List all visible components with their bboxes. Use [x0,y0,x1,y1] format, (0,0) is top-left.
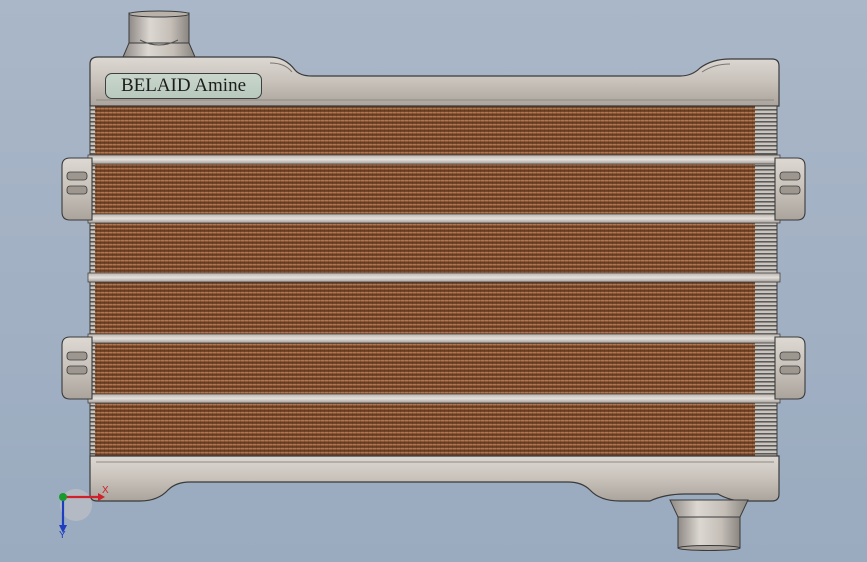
x-axis-label: X [102,485,109,496]
y-axis-label: Y [59,530,66,541]
z-axis-origin [59,493,67,501]
outlet-pipe-bottom[interactable] [669,499,749,551]
mount-bracket-right-upper[interactable] [774,157,806,221]
inlet-pipe-top[interactable] [122,10,196,58]
mount-bracket-left-upper[interactable] [61,157,93,221]
mount-bracket-left-lower[interactable] [61,336,93,400]
mount-bracket-right-lower[interactable] [774,336,806,400]
bottom-tank[interactable] [89,455,780,502]
cad-viewport[interactable]: BELAID Amine X Y [0,0,867,562]
nameplate-label: BELAID Amine [105,73,262,99]
axis-triad [59,489,105,533]
